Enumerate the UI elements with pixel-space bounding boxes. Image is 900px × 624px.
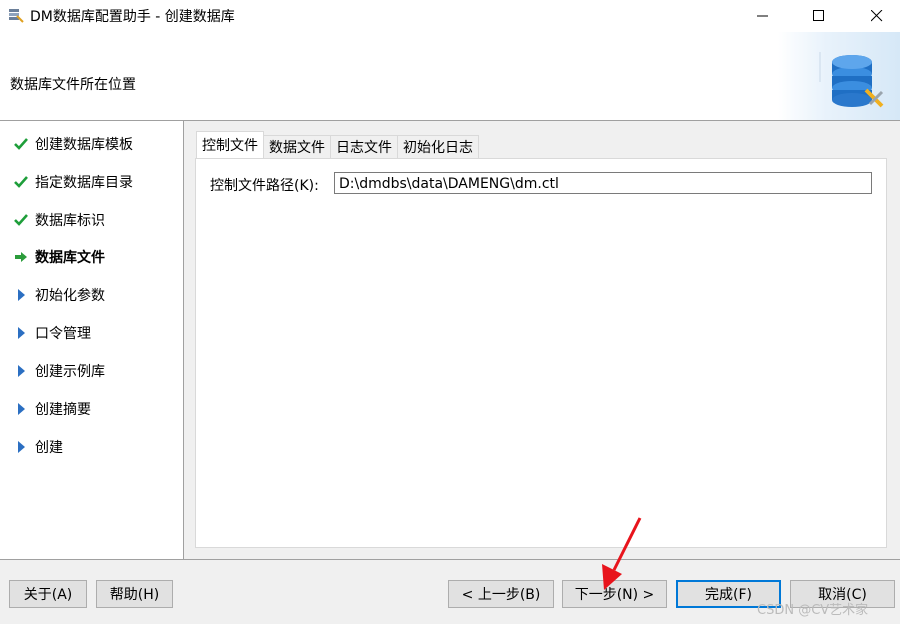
about-button[interactable]: 关于(A) bbox=[9, 580, 87, 608]
page-subtitle: 数据库文件所在位置 bbox=[10, 77, 136, 93]
maximize-button[interactable] bbox=[796, 0, 842, 32]
triangle-right-icon bbox=[14, 288, 28, 302]
minimize-button[interactable] bbox=[740, 0, 786, 32]
annotation-arrow-icon bbox=[602, 517, 642, 590]
prev-button[interactable]: < 上一步(B) bbox=[448, 580, 554, 608]
window-title: DM数据库配置助手 - 创建数据库 bbox=[30, 9, 235, 25]
app-icon bbox=[9, 9, 24, 23]
control-file-path-input[interactable]: D:\dmdbs\data\DAMENG\dm.ctl bbox=[334, 172, 872, 194]
close-button[interactable] bbox=[854, 0, 900, 32]
title-bar: DM数据库配置助手 - 创建数据库 bbox=[0, 0, 900, 32]
checkmark-icon bbox=[14, 213, 28, 227]
step-sample-database: 创建示例库 bbox=[14, 360, 105, 382]
triangle-right-icon bbox=[14, 326, 28, 340]
triangle-right-icon bbox=[14, 440, 28, 454]
step-database-files: 数据库文件 bbox=[14, 246, 105, 268]
tab-init-log[interactable]: 初始化日志 bbox=[397, 135, 479, 158]
wizard-steps-sidebar: 创建数据库模板 指定数据库目录 数据库标识 数据库文件 初始化参数 口令管理 创… bbox=[0, 121, 184, 559]
maximize-icon bbox=[813, 10, 824, 21]
control-file-path-label: 控制文件路径(K): bbox=[210, 178, 319, 194]
step-database-identity: 数据库标识 bbox=[14, 209, 105, 231]
database-tools-icon bbox=[819, 52, 884, 108]
step-password-management: 口令管理 bbox=[14, 322, 91, 344]
triangle-right-icon bbox=[14, 402, 28, 416]
help-button[interactable]: 帮助(H) bbox=[96, 580, 173, 608]
step-create: 创建 bbox=[14, 436, 63, 458]
checkmark-icon bbox=[14, 137, 28, 151]
step-create-template: 创建数据库模板 bbox=[14, 133, 133, 155]
step-summary: 创建摘要 bbox=[14, 398, 91, 420]
step-database-directory: 指定数据库目录 bbox=[14, 171, 133, 193]
watermark: CSDN @CV艺术家 bbox=[757, 603, 869, 618]
control-file-panel: 控制文件路径(K): D:\dmdbs\data\DAMENG\dm.ctl bbox=[195, 158, 887, 548]
file-tabs: 控制文件 数据文件 日志文件 初始化日志 bbox=[196, 131, 479, 158]
tab-data-files[interactable]: 数据文件 bbox=[263, 135, 331, 158]
tab-log-files[interactable]: 日志文件 bbox=[330, 135, 398, 158]
wizard-header: 数据库文件所在位置 bbox=[0, 32, 900, 121]
main-panel: 控制文件 数据文件 日志文件 初始化日志 控制文件路径(K): D:\dmdbs… bbox=[184, 121, 900, 559]
arrow-right-icon bbox=[14, 250, 28, 264]
header-banner bbox=[778, 32, 900, 120]
step-init-params: 初始化参数 bbox=[14, 284, 105, 306]
minimize-icon bbox=[757, 15, 768, 17]
wizard-footer: 关于(A) 帮助(H) < 上一步(B) 下一步(N) > 完成(F) 取消(C… bbox=[0, 559, 900, 624]
triangle-right-icon bbox=[14, 364, 28, 378]
checkmark-icon bbox=[14, 175, 28, 189]
tab-control-file[interactable]: 控制文件 bbox=[196, 131, 264, 158]
close-icon bbox=[871, 10, 883, 22]
